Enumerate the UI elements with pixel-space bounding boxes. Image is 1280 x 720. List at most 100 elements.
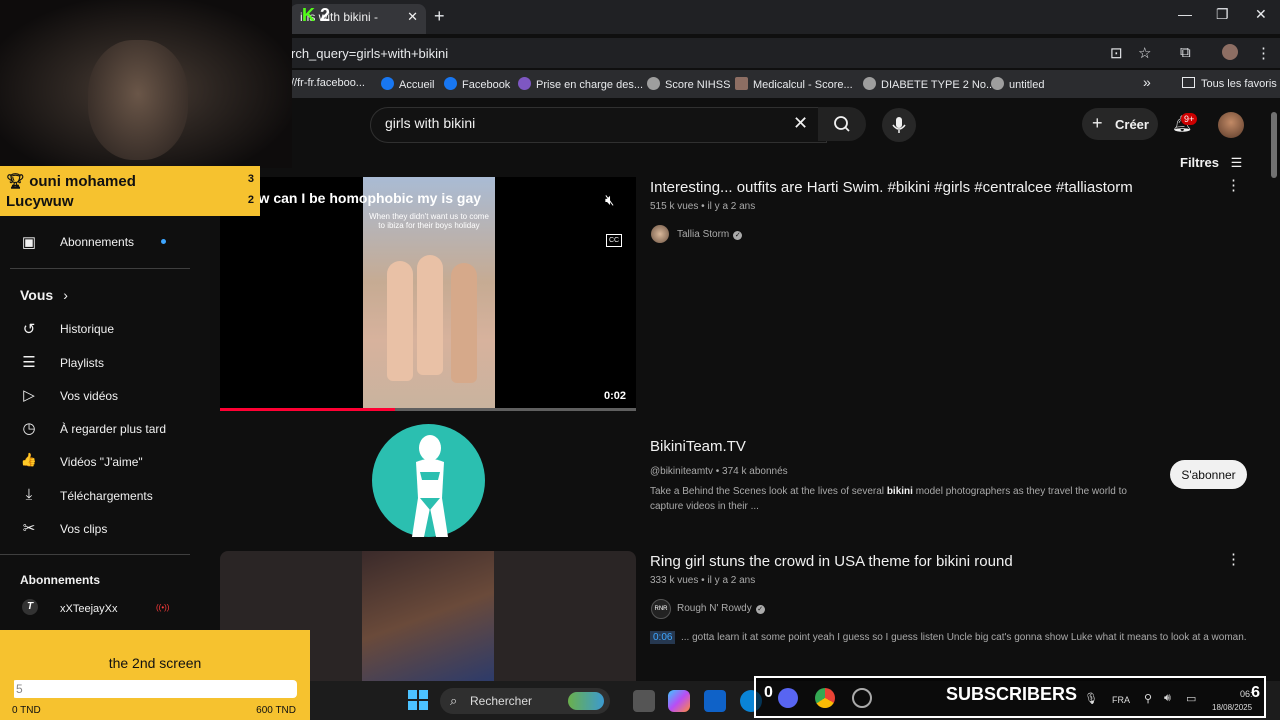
bikini-silhouette-icon — [412, 435, 448, 537]
install-app-icon[interactable]: ⊡ — [1110, 44, 1123, 62]
maximize-icon[interactable]: ❐ — [1216, 6, 1229, 23]
search-button[interactable] — [818, 107, 866, 141]
goal-current-value: 5 — [16, 682, 23, 696]
discord-icon[interactable] — [778, 688, 798, 708]
copilot-icon[interactable] — [668, 690, 690, 712]
globe-icon — [991, 77, 1004, 90]
figure-shape — [451, 263, 477, 383]
browser-menu-icon[interactable]: ⋮ — [1256, 44, 1271, 62]
clear-search-icon[interactable]: ✕ — [793, 113, 808, 134]
volume-icon[interactable]: 🔊︎ — [1164, 692, 1171, 705]
sidebar-item-your-videos[interactable]: Vos vidéos — [60, 389, 118, 403]
scrollbar-track[interactable] — [1270, 104, 1278, 680]
video-duration: 0:02 — [604, 390, 627, 402]
video-overlay-text: ow can I be homophobic my is gay — [250, 190, 482, 206]
sidebar-item-subscriptions[interactable]: Abonnements — [60, 235, 134, 249]
video-title[interactable]: Interesting... outfits are Harti Swim. #… — [650, 179, 1133, 196]
more-options-icon[interactable]: ⋮ — [1226, 550, 1241, 568]
close-tab-icon[interactable]: ✕ — [407, 4, 418, 30]
sidebar-item-clips[interactable]: Vos clips — [60, 522, 107, 536]
bookmark-item[interactable]: Medicalcul - Score... — [735, 77, 853, 91]
verified-icon: ✓ — [733, 231, 743, 240]
search-input[interactable] — [383, 114, 767, 132]
channel-avatar[interactable] — [651, 225, 669, 243]
new-tab-button[interactable]: + — [434, 6, 445, 27]
goal-label: the 2nd screen — [108, 655, 202, 671]
search-icon — [834, 116, 850, 132]
folder-icon — [1182, 77, 1195, 88]
bookmark-star-icon[interactable]: ☆ — [1138, 44, 1151, 62]
clock-time[interactable]: 06: — [1240, 689, 1253, 699]
bookmark-item[interactable]: Score NIHSS — [647, 77, 730, 91]
sidebar-subscriptions-heading: Abonnements — [20, 573, 101, 587]
site-icon — [735, 77, 748, 90]
timestamp-chip[interactable]: 0:06 — [650, 631, 676, 644]
subscribe-button[interactable]: S'abonner — [1170, 460, 1247, 489]
filters-icon: ☰ — [1230, 155, 1243, 170]
plus-icon: + — [1092, 113, 1103, 133]
video-title[interactable]: Ring girl stuns the crowd in USA theme f… — [650, 553, 1013, 570]
mute-icon[interactable]: 🔇︎ — [605, 192, 614, 209]
sidebar-item-downloads[interactable]: Téléchargements — [60, 489, 153, 503]
profile-icon[interactable] — [1222, 44, 1238, 60]
clips-icon: ✂ — [22, 520, 36, 537]
kick-logo-icon: K — [302, 5, 315, 25]
url-text[interactable]: rch_query=girls+with+bikini — [291, 46, 448, 61]
captions-icon[interactable]: CC — [606, 234, 622, 247]
account-avatar[interactable] — [1218, 112, 1244, 138]
live-icon: ((•)) — [156, 603, 170, 612]
channel-avatar[interactable]: RNR — [651, 599, 671, 619]
playlists-icon: ☰ — [22, 354, 36, 371]
sidebar-item-watch-later[interactable]: À regarder plus tard — [60, 422, 166, 436]
sidebar-item-history[interactable]: Historique — [60, 322, 114, 336]
language-indicator[interactable]: FRA — [1112, 695, 1130, 705]
ticker-count: 3 — [247, 173, 254, 185]
mic-tray-icon[interactable]: 🎙︎ — [1084, 692, 1098, 705]
mic-icon — [892, 117, 906, 133]
goal-progress-track — [12, 680, 297, 698]
windows-start-icon[interactable] — [408, 690, 428, 710]
donation-goal-widget: the 2nd screen 5 0 TND 600 TND — [0, 630, 310, 720]
filters-button[interactable]: Filtres ☰ — [1180, 155, 1242, 171]
scrollbar-thumb[interactable] — [1271, 112, 1277, 178]
more-bookmarks-icon[interactable]: » — [1143, 74, 1151, 90]
minimize-icon[interactable]: — — [1178, 6, 1192, 22]
sidebar-you-heading[interactable]: Vous › — [20, 287, 68, 303]
bookmark-item[interactable]: Facebook — [444, 77, 510, 91]
taskbar-search[interactable]: ⌕ Rechercher — [440, 688, 610, 714]
channel-meta: @bikiniteamtv • 374 k abonnés — [650, 466, 788, 477]
search-box[interactable] — [370, 107, 827, 143]
bookmark-item[interactable]: DIABETE TYPE 2 No... — [863, 77, 995, 91]
sidebar-item-liked-videos[interactable]: Vidéos "J'aime" — [60, 455, 143, 469]
app-icon[interactable] — [852, 688, 872, 708]
bookmark-item[interactable]: Accueil — [381, 77, 434, 91]
bookmark-item[interactable]: //fr-fr.faceboo... — [291, 77, 365, 89]
download-icon: ⤓ — [25, 486, 33, 503]
battery-icon[interactable]: ▭ — [1186, 692, 1196, 705]
clock-date[interactable]: 18/08/2025 — [1212, 703, 1252, 712]
video-frame — [362, 551, 494, 681]
create-button[interactable]: + Créer — [1082, 108, 1158, 140]
all-favorites[interactable]: Tous les favoris — [1182, 77, 1277, 90]
video-meta: 333 k vues • il y a 2 ans — [650, 575, 756, 586]
more-options-icon[interactable]: ⋮ — [1226, 176, 1241, 194]
task-view-icon[interactable] — [633, 690, 655, 712]
voice-search-button[interactable] — [882, 108, 916, 142]
app-icon[interactable] — [704, 690, 726, 712]
channel-description: Take a Behind the Scenes look at the liv… — [650, 486, 1127, 512]
goal-min: 0 TND — [12, 705, 41, 716]
channel-logo[interactable] — [372, 424, 485, 537]
chrome-icon[interactable] — [815, 688, 835, 708]
bookmark-item[interactable]: Prise en charge des... — [518, 77, 643, 91]
network-icon[interactable]: ⚲ — [1144, 692, 1152, 705]
channel-avatar: T — [22, 599, 38, 615]
trophy-icon: 🏆︎ — [6, 173, 26, 190]
sidebar-channel-xxteejayxx[interactable]: xXTeejayXx — [60, 603, 117, 615]
channel-name[interactable]: Rough N' Rowdy ✓ — [677, 603, 765, 614]
channel-title[interactable]: BikiniTeam.TV — [650, 438, 746, 455]
channel-name[interactable]: Tallia Storm ✓ — [677, 229, 743, 240]
extensions-icon[interactable]: ⧉ — [1180, 44, 1191, 61]
sidebar-item-playlists[interactable]: Playlists — [60, 356, 104, 370]
bookmark-item[interactable]: untitled — [991, 77, 1044, 91]
close-window-icon[interactable]: ✕ — [1255, 6, 1267, 23]
